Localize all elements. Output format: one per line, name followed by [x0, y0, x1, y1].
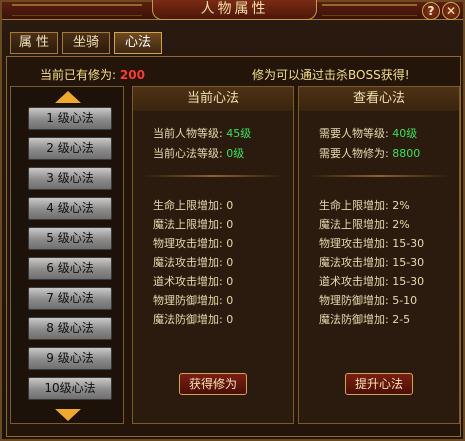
stat-value: 2% [392, 199, 410, 212]
stat-label: 道术攻击增加: [319, 275, 389, 288]
stat-label: 生命上限增加: [319, 199, 389, 212]
stat-label: 魔法上限增加: [319, 218, 389, 231]
stat-label: 魔法上限增加: [153, 218, 223, 231]
stat-value: 15-30 [392, 237, 425, 250]
question-icon[interactable]: ? [422, 2, 440, 20]
stat-value: 0 [226, 237, 234, 250]
stat-label: 物理防御增加: [319, 294, 389, 307]
current-method-header: 当前心法 [133, 87, 293, 111]
stat-label: 生命上限增加: [153, 199, 223, 212]
stat-value: 0 [226, 218, 234, 231]
tab-mind-method[interactable]: 心法 [114, 32, 162, 54]
stat-label: 魔法攻击增加: [319, 256, 389, 269]
upgrade-method-button[interactable]: 提升心法 [345, 373, 413, 395]
cultivation-label: 当前已有修为: [40, 68, 117, 82]
stat-value: 15-30 [392, 256, 425, 269]
stat-row: 道术攻击增加: 0 [153, 275, 233, 288]
arrow-down-icon[interactable] [55, 409, 81, 421]
tab-mount[interactable]: 坐骑 [62, 32, 110, 54]
level-item-8[interactable]: 8 级心法 [28, 317, 112, 340]
cultivation-hint: 修为可以通过击杀BOSS获得! [252, 68, 410, 82]
stat-value: 40级 [392, 127, 418, 140]
stat-row: 道术攻击增加: 15-30 [319, 275, 424, 288]
arrow-up-icon[interactable] [55, 91, 81, 103]
level-item-4[interactable]: 4 级心法 [28, 197, 112, 220]
stat-row: 魔法上限增加: 2% [319, 218, 410, 231]
stat-label: 魔法防御增加: [319, 313, 389, 326]
current-method-level-row: 当前心法等级: 0级 [153, 147, 244, 160]
stat-value: 15-30 [392, 275, 425, 288]
title-ornament-right [322, 4, 417, 16]
stat-value: 8800 [392, 147, 421, 160]
stat-label: 需要人物等级: [319, 127, 389, 140]
stat-value: 0 [226, 199, 234, 212]
stat-value: 0 [226, 294, 234, 307]
cultivation-value: 200 [119, 68, 145, 82]
stat-row: 魔法攻击增加: 0 [153, 256, 233, 269]
stat-value: 45级 [226, 127, 252, 140]
view-method-panel: 查看心法 需要人物等级: 40级 需要人物修为: 8800 生命上限增加: 2%… [298, 86, 460, 424]
stat-value: 5-10 [392, 294, 418, 307]
stat-row: 物理防御增加: 0 [153, 294, 233, 307]
level-item-1[interactable]: 1 级心法 [28, 107, 112, 130]
level-item-10[interactable]: 10级心法 [28, 377, 112, 400]
stat-value: 0 [226, 313, 234, 326]
current-char-level-row: 当前人物等级: 45级 [153, 127, 251, 140]
stat-row: 魔法攻击增加: 15-30 [319, 256, 424, 269]
level-item-5[interactable]: 5 级心法 [28, 227, 112, 250]
stat-row: 物理攻击增加: 15-30 [319, 237, 424, 250]
title-bar[interactable]: 人物属性 [2, 0, 463, 20]
stat-value: 2% [392, 218, 410, 231]
title-ornament-left [12, 4, 142, 16]
stat-label: 魔法防御增加: [153, 313, 223, 326]
current-method-panel: 当前心法 当前人物等级: 45级 当前心法等级: 0级 生命上限增加: 0 魔法… [132, 86, 294, 424]
required-cultivation-row: 需要人物修为: 8800 [319, 147, 420, 160]
stat-row: 物理攻击增加: 0 [153, 237, 233, 250]
level-item-2[interactable]: 2 级心法 [28, 137, 112, 160]
stat-value: 0 [226, 275, 234, 288]
stat-label: 物理攻击增加: [319, 237, 389, 250]
stat-value: 0 [226, 256, 234, 269]
level-item-3[interactable]: 3 级心法 [28, 167, 112, 190]
character-attributes-window: 人物属性 ? ✕ 属 性 坐骑 心法 当前已有修为: 200 修为可以通过击杀B… [0, 0, 465, 441]
stat-row: 魔法防御增加: 2-5 [319, 313, 410, 326]
stat-label: 需要人物修为: [319, 147, 389, 160]
stat-label: 物理防御增加: [153, 294, 223, 307]
view-method-header: 查看心法 [299, 87, 459, 111]
cultivation-display: 当前已有修为: 200 [40, 66, 145, 83]
stat-row: 魔法防御增加: 0 [153, 313, 233, 326]
close-icon[interactable]: ✕ [442, 2, 460, 20]
level-item-7[interactable]: 7 级心法 [28, 287, 112, 310]
stat-row: 物理防御增加: 5-10 [319, 294, 417, 307]
level-item-9[interactable]: 9 级心法 [28, 347, 112, 370]
obtain-cultivation-button[interactable]: 获得修为 [179, 373, 247, 395]
divider [309, 175, 449, 177]
stat-row: 生命上限增加: 0 [153, 199, 233, 212]
stat-row: 生命上限增加: 2% [319, 199, 410, 212]
stat-label: 当前心法等级: [153, 147, 223, 160]
stat-label: 物理攻击增加: [153, 237, 223, 250]
stat-value: 2-5 [392, 313, 411, 326]
stat-label: 魔法攻击增加: [153, 256, 223, 269]
stat-value: 0级 [226, 147, 245, 160]
tab-attributes[interactable]: 属 性 [10, 32, 58, 54]
required-char-level-row: 需要人物等级: 40级 [319, 127, 417, 140]
stat-row: 魔法上限增加: 0 [153, 218, 233, 231]
window-title: 人物属性 [152, 0, 317, 20]
stat-label: 道术攻击增加: [153, 275, 223, 288]
stat-label: 当前人物等级: [153, 127, 223, 140]
divider [143, 175, 283, 177]
level-item-6[interactable]: 6 级心法 [28, 257, 112, 280]
level-list: 1 级心法 2 级心法 3 级心法 4 级心法 5 级心法 6 级心法 7 级心… [10, 86, 124, 424]
